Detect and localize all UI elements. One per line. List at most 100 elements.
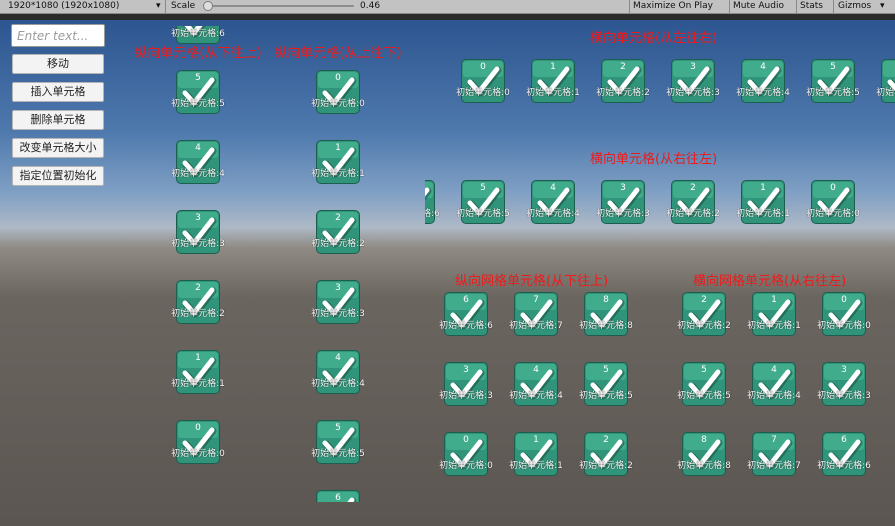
cell[interactable]: 1 初始单元格:1 [526,58,580,104]
cell-label: 初始单元格:1 [171,379,225,389]
cell-index: 2 [620,62,626,72]
cell[interactable]: 6初始单元格:6 [817,431,871,477]
cell[interactable]: 3 初始单元格:3 [439,361,493,407]
resize-cell-button[interactable]: 改变单元格大小 [12,138,104,158]
cell-index: 3 [463,365,469,375]
cell[interactable]: 8 初始单元格:8 [677,431,731,477]
cell-index: 6 [335,493,341,502]
cell[interactable]: 8 初始单元格:8 [579,291,633,337]
cell[interactable]: 3 初始单元格:3 [596,179,650,225]
cell-index: 4 [771,365,777,375]
cell[interactable]: 5 初始单元格:5 [677,361,731,407]
horizontal-right-left-list[interactable]: 6初始单元格:6 5 初始单元格:5 4 初始单元格:4 3 初始单元格:3 2 初始单元格:2… [425,177,870,229]
cell-index: 3 [195,213,201,223]
cell-index: 1 [195,353,201,363]
cell-index: 0 [830,183,836,193]
cell[interactable]: 3 初始单元格:3 [666,58,720,104]
cell[interactable]: 3 初始单元格:3 [311,279,365,325]
cell[interactable]: 4 初始单元格:4 [736,58,790,104]
cell-index: 5 [480,183,486,193]
resolution-dropdown[interactable]: 1920*1080 (1920x1080) [8,0,158,13]
cell-label: 初始单元格:0 [806,209,860,219]
cell-index: 3 [335,283,341,293]
cell[interactable]: 1 初始单元格:1 [311,139,365,185]
cell[interactable]: 2 初始单元格:2 [171,279,225,325]
cell[interactable]: 2 初始单元格:2 [579,431,633,477]
cell[interactable]: 6初始单元格:6 [439,291,493,337]
cell[interactable]: 4 初始单元格:4 [311,349,365,395]
cell-label: 初始单元格:5 [171,99,225,109]
cell[interactable]: 5 初始单元格:5 [456,179,510,225]
cell[interactable]: 4 初始单元格:4 [526,179,580,225]
horizontal-left-right-list[interactable]: 0 初始单元格:0 1 初始单元格:1 2 初始单元格:2 3 初始单元格:3 4 初始单元格:4… [430,56,895,108]
cell[interactable]: 2 初始单元格:2 [677,291,731,337]
cell[interactable]: 0 初始单元格:0 [311,69,365,115]
cell[interactable]: 5 初始单元格:5 [311,419,365,465]
cell-label: 初始单元格:1 [509,461,563,471]
insert-cell-button[interactable]: 插入单元格 [12,82,104,102]
cell[interactable]: 6初始单元格:6 [876,58,895,104]
cell-label: 初始单元格:7 [747,461,801,471]
chevron-down-icon: ▾ [156,1,161,11]
cell[interactable]: 0 初始单元格:0 [817,291,871,337]
cell-index: 1 [335,143,341,153]
cell-label: 初始单元格:5 [677,391,731,401]
cell[interactable]: 0 初始单元格:0 [171,419,225,465]
scale-slider[interactable] [208,5,354,7]
stats-toggle[interactable]: Stats [800,0,832,13]
vertical-top-down-list[interactable]: 0 初始单元格:0 1 初始单元格:1 2 初始单元格:2 3 初始单元格:3 4 初始单元格:4… [290,62,400,502]
cell[interactable]: 1 初始单元格:1 [509,431,563,477]
cell-label: 初始单元格:0 [311,99,365,109]
cell-index: 2 [195,283,201,293]
cell-label: 初始单元格:0 [171,449,225,459]
cell[interactable]: 6初始单元格:6 [315,489,361,502]
cell[interactable]: 4 初始单元格:4 [509,361,563,407]
cell-label: 初始单元格:2 [579,461,633,471]
cell[interactable]: 7 初始单元格:7 [747,431,801,477]
cell-label: 初始单元格:6 [817,461,871,471]
cell-index: 3 [841,365,847,375]
cell-label: 初始单元格:1 [526,88,580,98]
cell[interactable]: 3 初始单元格:3 [817,361,871,407]
cell[interactable]: 3 初始单元格:3 [171,209,225,255]
cell[interactable]: 1 初始单元格:1 [747,291,801,337]
cell[interactable]: 2 初始单元格:2 [596,58,650,104]
init-at-position-button[interactable]: 指定位置初始化 [12,166,104,186]
cell[interactable]: 5 初始单元格:5 [579,361,633,407]
cell[interactable]: 4 初始单元格:4 [171,139,225,185]
cell-index: 5 [603,365,609,375]
text-input[interactable] [11,24,105,47]
vertical-bottom-up-list[interactable]: 6初始单元格:6 5 初始单元格:5 4 初始单元格:4 3 初始单元格:3 2 初始单元格:2… [150,26,260,486]
cell[interactable]: 1 初始单元格:1 [736,179,790,225]
cell[interactable]: 2 初始单元格:2 [311,209,365,255]
grid-bottom-up[interactable]: 6 初始单元格:6 7 初始单元格:7 8 初始单元格:8 3 初始单元格:3 4 初始单元格:4… [425,288,640,478]
cell-label: 初始单元格:6 [439,321,493,331]
cell-label: 初始单元格:8 [677,461,731,471]
cell[interactable]: 4 初始单元格:4 [747,361,801,407]
cell[interactable]: 2 初始单元格:2 [666,179,720,225]
cell[interactable]: 6初始单元格:6 [425,179,440,225]
delete-cell-button[interactable]: 删除单元格 [12,110,104,130]
cell-index: 7 [771,435,777,445]
cell[interactable]: 0 初始单元格:0 [806,179,860,225]
gizmos-button[interactable]: Gizmos [838,0,878,13]
cell-index: 0 [841,295,847,305]
scale-slider-knob[interactable] [203,1,213,11]
cell[interactable]: 0 初始单元格:0 [456,58,510,104]
cell[interactable]: 1 初始单元格:1 [171,349,225,395]
cell[interactable]: 5 初始单元格:5 [171,69,225,115]
cell[interactable]: 7 初始单元格:7 [509,291,563,337]
cell-index: 5 [701,365,707,375]
move-button[interactable]: 移动 [12,54,104,74]
mute-audio-toggle[interactable]: Mute Audio [733,0,795,13]
grid-right-left[interactable]: 2 初始单元格:2 1 初始单元格:1 0 初始单元格:0 5 初始单元格:5 4 初始单元格:4… [660,288,890,478]
cell-index: 4 [760,62,766,72]
cell[interactable]: 6初始单元格:6 [171,26,225,45]
cell-label: 初始单元格:3 [596,209,650,219]
maximize-on-play-toggle[interactable]: Maximize On Play [633,0,728,13]
cell-label: 初始单元格:4 [509,391,563,401]
cell-index: 4 [335,353,341,363]
cell[interactable]: 5 初始单元格:5 [806,58,860,104]
cell-index: 1 [771,295,777,305]
cell[interactable]: 0 初始单元格:0 [439,431,493,477]
